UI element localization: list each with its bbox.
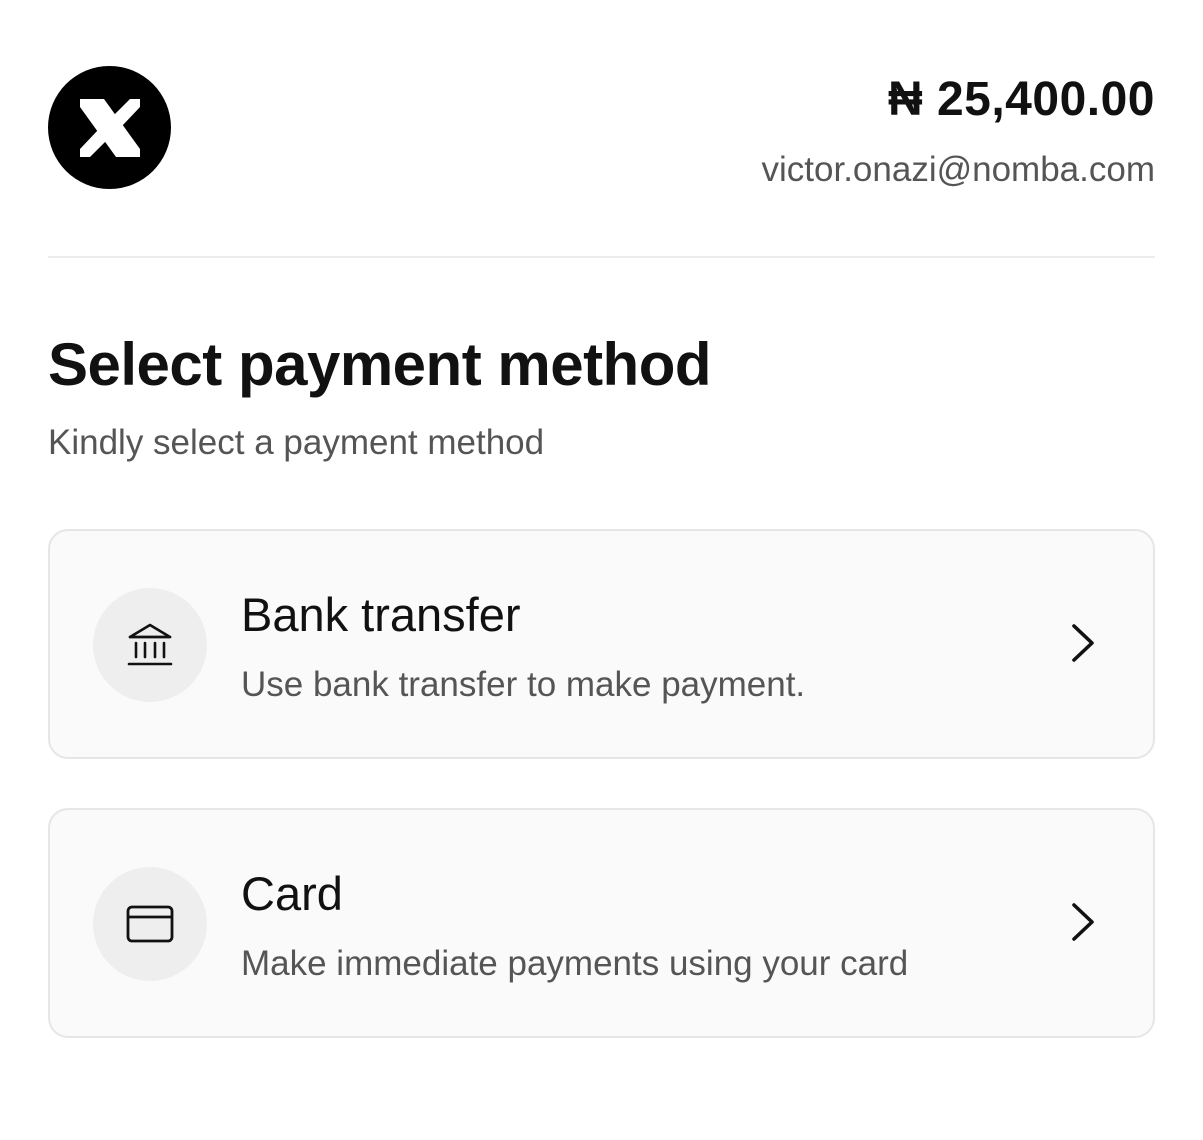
checkout-header: ₦ 25,400.00 victor.onazi@nomba.com <box>48 0 1155 258</box>
payment-option-description: Make immediate payments using your card <box>241 944 909 983</box>
bank-icon <box>93 588 207 702</box>
logo-x-icon <box>79 98 140 157</box>
payment-option-card[interactable]: Card Make immediate payments using your … <box>48 808 1155 1038</box>
credit-card-icon <box>93 867 207 981</box>
payment-option-label: Card <box>241 867 343 920</box>
payment-option-bank-transfer[interactable]: Bank transfer Use bank transfer to make … <box>48 529 1155 759</box>
chevron-right-icon <box>1072 903 1094 941</box>
customer-email: victor.onazi@nomba.com <box>761 150 1155 189</box>
chevron-right-icon <box>1072 624 1094 662</box>
page-subtitle: Kindly select a payment method <box>48 423 545 462</box>
checkout-page: ₦ 25,400.00 victor.onazi@nomba.com Selec… <box>48 0 1155 1038</box>
payment-option-label: Bank transfer <box>241 588 521 641</box>
nomba-logo <box>48 66 171 189</box>
payment-amount: ₦ 25,400.00 <box>887 73 1155 126</box>
payment-option-description: Use bank transfer to make payment. <box>241 665 806 704</box>
page-title: Select payment method <box>48 331 712 398</box>
